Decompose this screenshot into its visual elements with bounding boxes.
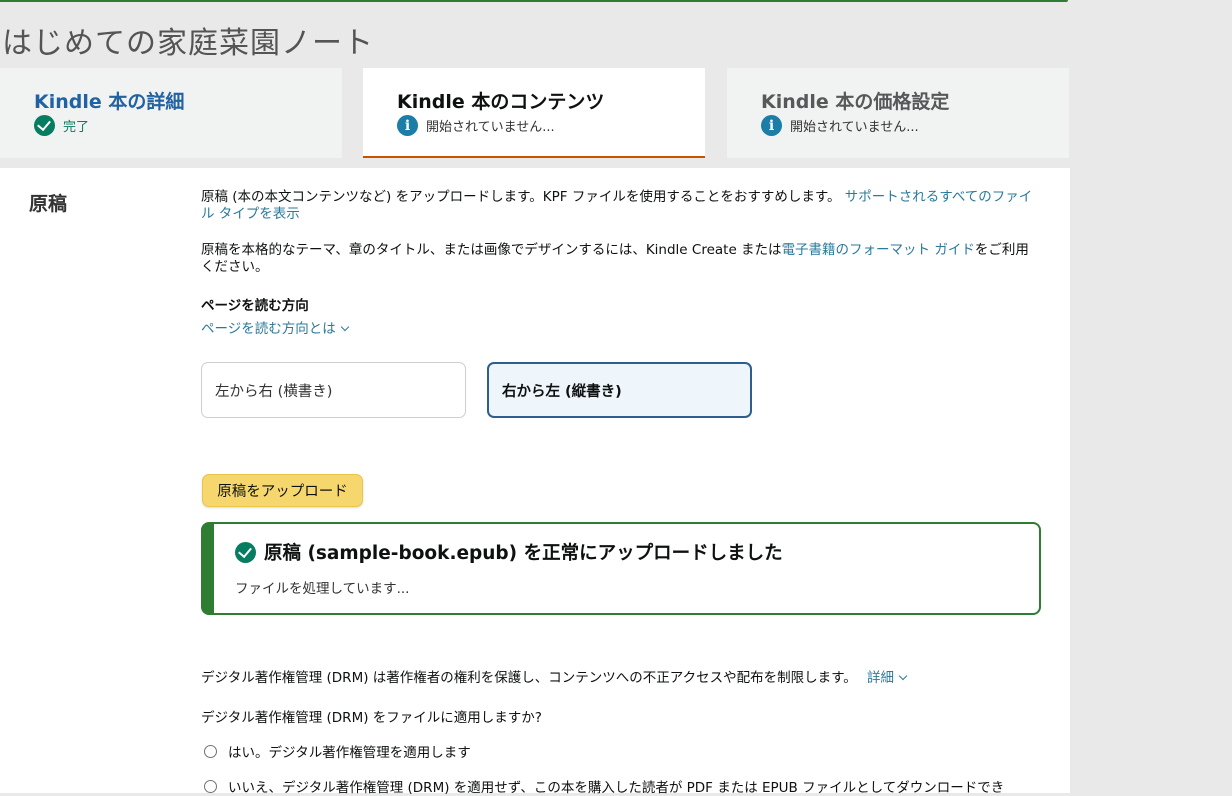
info-icon: i: [397, 115, 418, 136]
tab-status-text: 開始されていません...: [426, 120, 555, 135]
info-icon: i: [761, 115, 782, 136]
design-note-text-before: 原稿を本格的なテーマ、章のタイトル、または画像でデザインするには、Kindle …: [201, 242, 782, 258]
tab-title: Kindle 本の詳細: [34, 91, 185, 113]
upload-success-title: 原稿 (sample-book.epub) を正常にアップロードしました: [235, 539, 783, 565]
radio-button[interactable]: [204, 779, 217, 793]
check-circle-icon: [34, 115, 55, 136]
manuscript-intro-text: 原稿 (本の本文コンテンツなど) をアップロードします。KPF ファイルを使用す…: [201, 189, 841, 205]
upload-success-title-text: 原稿 (sample-book.epub) を正常にアップロードしました: [264, 543, 783, 564]
tab-book-details[interactable]: Kindle 本の詳細 完了: [0, 68, 342, 158]
tab-status: i 開始されていません...: [397, 115, 555, 136]
drm-question: デジタル著作権管理 (DRM) をファイルに適用しますか?: [201, 710, 542, 726]
upload-success-alert: 原稿 (sample-book.epub) を正常にアップロードしました ファイ…: [201, 522, 1041, 615]
upload-processing-text: ファイルを処理しています...: [235, 581, 410, 597]
drm-option-yes[interactable]: はい。デジタル著作権管理を適用します: [204, 741, 471, 761]
tab-status-text: 完了: [63, 120, 90, 135]
tab-book-pricing[interactable]: Kindle 本の価格設定 i 開始されていません...: [727, 68, 1069, 158]
direction-option-right-to-left[interactable]: 右から左 (縦書き): [487, 362, 752, 418]
formatting-guide-link[interactable]: 電子書籍のフォーマット ガイド: [782, 242, 975, 258]
drm-option-yes-label: はい。デジタル著作権管理を適用します: [228, 745, 471, 761]
upload-manuscript-button[interactable]: 原稿をアップロード: [202, 474, 363, 507]
tab-title: Kindle 本の価格設定: [761, 91, 950, 113]
manuscript-intro: 原稿 (本の本文コンテンツなど) をアップロードします。KPF ファイルを使用す…: [201, 189, 1041, 223]
tab-title: Kindle 本のコンテンツ: [397, 91, 605, 113]
tab-status: i 開始されていません...: [761, 115, 919, 136]
direction-option-left-to-right[interactable]: 左から右 (横書き): [201, 362, 466, 418]
tab-status: 完了: [34, 115, 89, 136]
radio-button[interactable]: [204, 744, 217, 758]
drm-details-text: 詳細: [867, 670, 895, 686]
main-content: 原稿 原稿 (本の本文コンテンツなど) をアップロードします。KPF ファイルを…: [0, 168, 1070, 796]
reading-direction-help-text: ページを読む方向とは: [201, 321, 336, 337]
drm-option-no-label: いいえ、デジタル著作権管理 (DRM) を適用せず、この本を購入した読者が PD…: [228, 780, 1005, 796]
drm-description: デジタル著作権管理 (DRM) は著作権者の権利を保護し、コンテンツへの不正アク…: [201, 666, 908, 686]
check-circle-icon: [235, 541, 256, 563]
drm-option-no[interactable]: いいえ、デジタル著作権管理 (DRM) を適用せず、この本を購入した読者が PD…: [204, 776, 1004, 796]
tab-book-content[interactable]: Kindle 本のコンテンツ i 開始されていません...: [363, 68, 705, 158]
tab-status-text: 開始されていません...: [790, 120, 919, 135]
drm-details-link[interactable]: 詳細: [867, 670, 908, 686]
reading-direction-help-link[interactable]: ページを読む方向とは: [201, 317, 349, 337]
drm-description-text: デジタル著作権管理 (DRM) は著作権者の権利を保護し、コンテンツへの不正アク…: [201, 670, 857, 686]
right-gutter: [1070, 0, 1232, 793]
chevron-down-icon: [898, 671, 908, 681]
chevron-down-icon: [340, 322, 349, 332]
page-title: はじめての家庭菜園ノート: [2, 26, 374, 61]
top-progress-line: [0, 0, 1068, 2]
reading-direction-heading: ページを読む方向: [201, 298, 309, 314]
section-label-manuscript: 原稿: [29, 193, 68, 215]
manuscript-design-note: 原稿を本格的なテーマ、章のタイトル、または画像でデザインするには、Kindle …: [201, 242, 1041, 276]
